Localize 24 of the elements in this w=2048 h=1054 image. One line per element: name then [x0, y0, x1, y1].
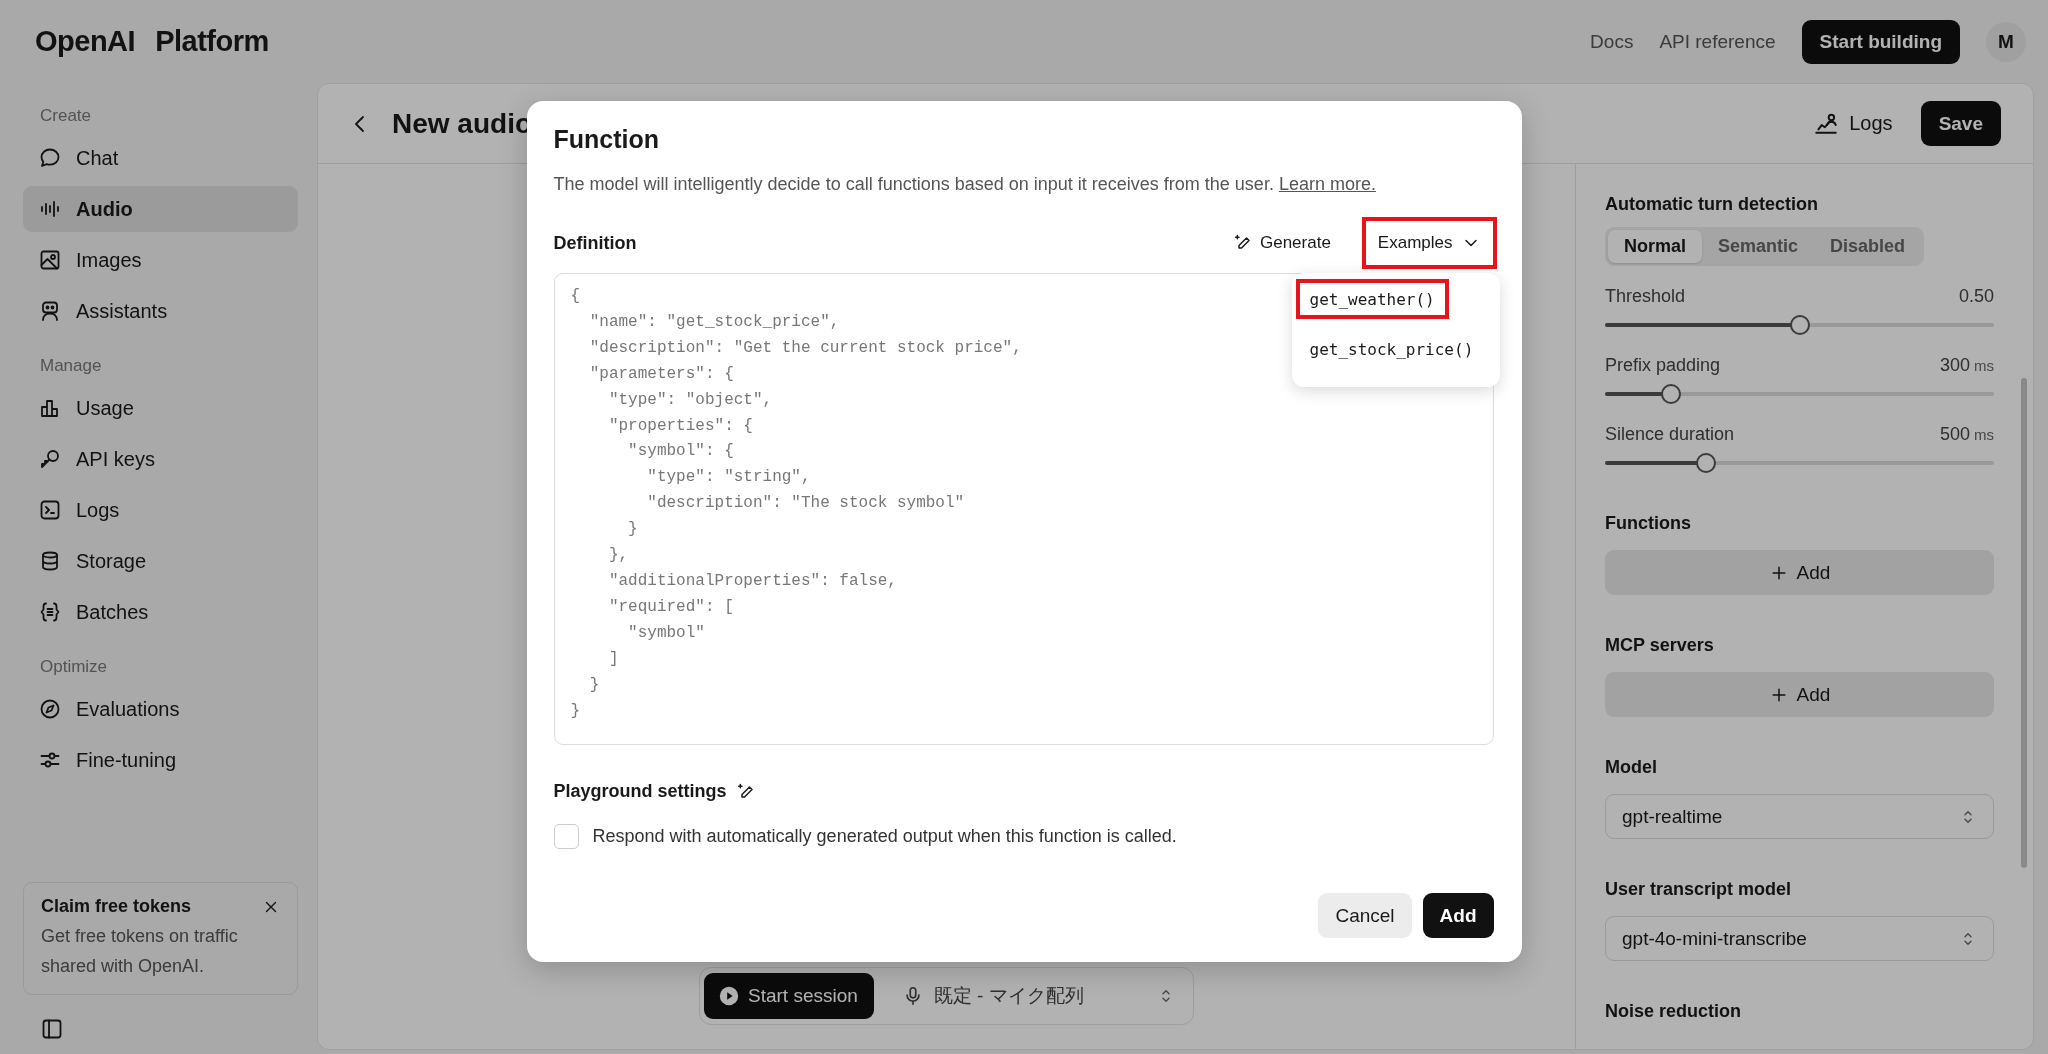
checkbox-label: Respond with automatically generated output when this function is called. [592, 826, 1177, 847]
slider-value: 500 [1939, 424, 1970, 445]
setting-label: Noise reduction [1605, 1001, 1743, 1022]
section-heading: Manage [39, 355, 103, 377]
section-heading: Optimize [39, 656, 109, 678]
section-label: Definition [553, 232, 637, 254]
promo-text: Get free tokens on traffic shared with OpenAI. [41, 925, 239, 978]
promo-title: Claim free tokens [41, 896, 192, 917]
slider-label: Threshold [1605, 286, 1687, 307]
setting-label: Functions [1605, 513, 1692, 534]
section-label: Playground settings [553, 781, 727, 802]
slider-value: 0.50 [1958, 286, 1994, 307]
section-heading: Create [39, 105, 93, 127]
setting-label: Automatic turn detection [1605, 194, 1819, 215]
slider-unit: ms [1974, 357, 1994, 374]
slider-label: Prefix padding [1605, 355, 1722, 376]
slider-label: Silence duration [1605, 424, 1736, 445]
setting-label: User transcript model [1605, 879, 1793, 900]
slider-value: 300 [1939, 355, 1970, 376]
setting-label: Model [1605, 757, 1658, 778]
dialog-description: The model will intelligently decide to call functions based on input it receives from the user. Learn more. [553, 174, 1377, 195]
slider-unit: ms [1974, 426, 1994, 443]
dialog-title: Function [553, 125, 661, 154]
setting-label: MCP servers [1605, 635, 1715, 656]
